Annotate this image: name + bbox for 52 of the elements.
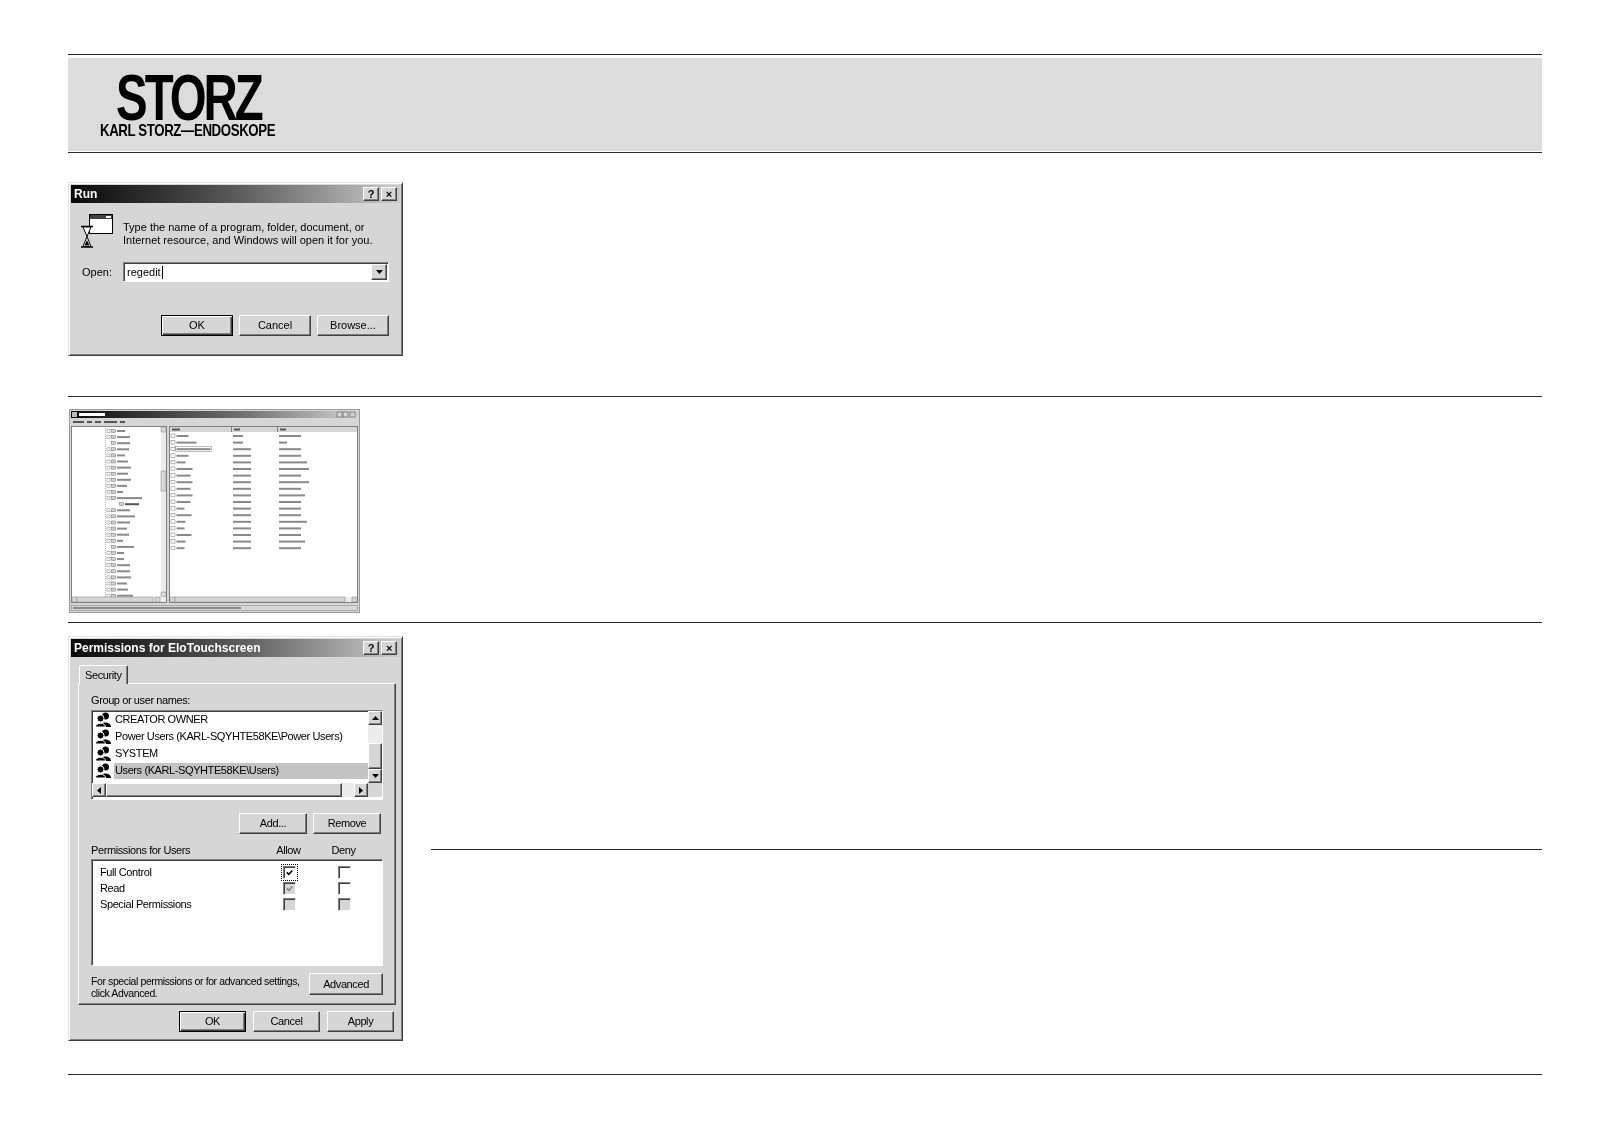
group-list-label: Group or user names:	[91, 694, 190, 707]
permissions-label: Permissions for Users	[91, 844, 191, 857]
allow-checkbox[interactable]	[281, 863, 298, 881]
users-icon	[95, 712, 111, 727]
scrollbar-thumb[interactable]	[368, 743, 382, 769]
text-cursor-icon	[161, 265, 163, 279]
help-button[interactable]: ?	[363, 187, 379, 201]
window-hourglass-icon	[81, 214, 113, 248]
permission-name: Full Control	[100, 866, 152, 878]
triangle-down-icon	[371, 774, 379, 778]
users-icon	[95, 746, 111, 761]
deny-checkbox[interactable]	[336, 879, 353, 897]
window-title: Permissions for EloTouchscreen	[74, 642, 261, 654]
user-list-item[interactable]: Users (KARL-SQYHTE58KE\Users)	[114, 762, 368, 779]
help-button[interactable]: ?	[363, 641, 379, 655]
users-icon	[95, 763, 111, 778]
triangle-left-icon	[97, 786, 101, 794]
triangle-up-icon	[371, 716, 379, 720]
apply-button[interactable]: Apply	[327, 1011, 394, 1032]
scroll-down-button[interactable]	[368, 769, 382, 783]
scroll-left-button[interactable]	[92, 783, 106, 797]
ok-button[interactable]: OK	[161, 315, 233, 336]
deny-checkbox[interactable]	[336, 863, 353, 881]
remove-button[interactable]: Remove	[313, 813, 381, 834]
dropdown-button[interactable]	[371, 264, 387, 280]
deny-column-header: Deny	[331, 844, 356, 857]
users-icon	[95, 729, 111, 744]
group-listbox[interactable]: CREATOR OWNER Power Users (KARL-SQYHTE58KE\Power Users) SYSTEM Users (KARL-SQYHTE58KE\Users)	[91, 710, 383, 800]
add-button[interactable]: Add...	[239, 813, 307, 834]
cancel-button[interactable]: Cancel	[239, 315, 311, 336]
advanced-note: For special permissions or for advanced settings, click Advanced.	[91, 975, 301, 999]
triangle-right-icon	[359, 786, 363, 794]
instruction-text: Type the name of a program, folder, document, or Internet resource, and Windows will open it for you.	[123, 221, 374, 248]
permission-name: Special Permissions	[100, 898, 192, 910]
window-title: Run	[74, 188, 98, 200]
logo-tagline: KARL STORZ—ENDOSKOPE	[100, 122, 276, 139]
open-combobox[interactable]: regedit	[123, 262, 389, 282]
cancel-button[interactable]: Cancel	[253, 1011, 320, 1032]
scrollbar-corner	[368, 783, 382, 797]
tab[interactable]: Security	[79, 665, 128, 684]
open-label: Open:	[82, 266, 113, 278]
close-button[interactable]: ×	[381, 187, 397, 201]
advanced-button[interactable]: Advanced	[309, 973, 383, 995]
triangle-down-icon	[375, 270, 383, 274]
permissions-listbox[interactable]: Full Control Read Special Permissions	[91, 859, 383, 966]
allow-column-header: Allow	[276, 844, 301, 857]
browse-button[interactable]: Browse...	[317, 315, 389, 336]
permission-name: Read	[100, 882, 125, 894]
ok-button[interactable]: OK	[179, 1011, 246, 1032]
scroll-up-button[interactable]	[368, 711, 382, 725]
scroll-right-button[interactable]	[354, 783, 368, 797]
close-button[interactable]: ×	[381, 641, 397, 655]
